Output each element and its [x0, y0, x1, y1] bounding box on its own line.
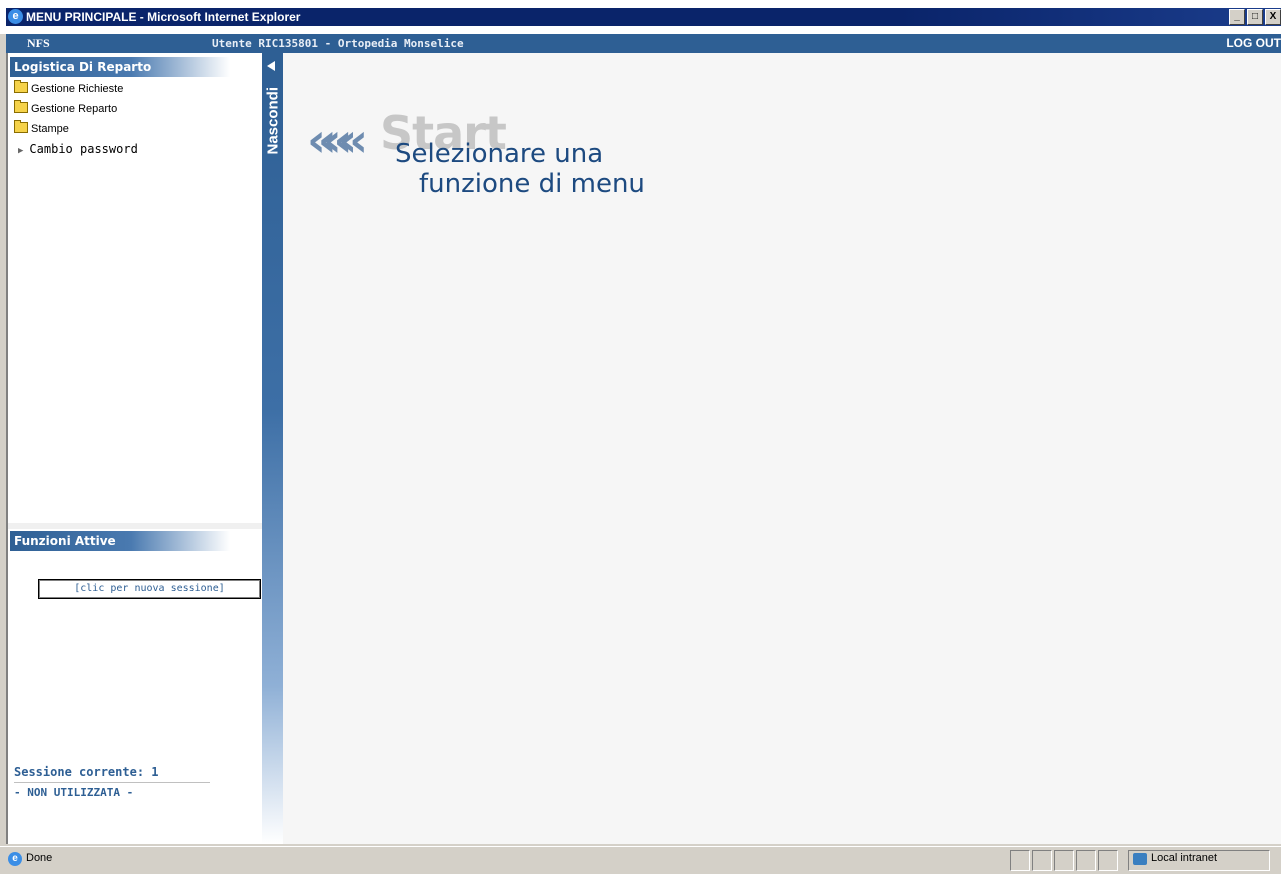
status-pane [1076, 850, 1096, 871]
menu-item-label: Stampe [31, 123, 69, 135]
status-pane [1010, 850, 1030, 871]
arrow-left-icon [267, 61, 275, 71]
status-text: Done [26, 852, 53, 864]
sidebar: Logistica Di Reparto Gestione Richieste … [6, 53, 262, 844]
minimize-button[interactable]: _ [1229, 9, 1245, 25]
window-controls: _ □ X [1227, 9, 1281, 25]
menu-item-label: Gestione Reparto [31, 103, 118, 115]
hide-sidebar-toggle[interactable]: Nascondi [262, 53, 283, 844]
maximize-button[interactable]: □ [1247, 9, 1263, 25]
status-pane [1054, 850, 1074, 871]
current-session-status: - NON UTILIZZATA - [14, 786, 134, 799]
zone-text: Local intranet [1151, 852, 1218, 864]
hide-sidebar-label: Nascondi [264, 86, 282, 155]
current-session-label: Sessione corrente: 1 [14, 765, 159, 779]
ie-page-icon: e [8, 852, 22, 866]
window-titlebar: e MENU PRINCIPALE - Microsoft Internet E… [0, 0, 1281, 34]
ie-icon: e [8, 9, 23, 24]
main-content: Start ««« Selezionare una funzione di me… [283, 53, 1281, 844]
user-info: Utente RIC135801 - Ortopedia Monselice [212, 37, 464, 50]
titlebar-strip[interactable]: e MENU PRINCIPALE - Microsoft Internet E… [6, 8, 1281, 26]
menu-item-label: Gestione Richieste [31, 83, 124, 95]
arrow-right-icon: ▶ [18, 146, 24, 156]
double-chevron-left-icon: ««« [307, 113, 368, 167]
active-functions-title: Funzioni Attive [10, 531, 230, 551]
intranet-zone-icon [1133, 853, 1147, 865]
menu-item-label: Cambio password [29, 142, 138, 156]
menu-item-gestione-reparto[interactable]: Gestione Reparto [14, 100, 118, 115]
section-divider [8, 523, 262, 529]
close-button[interactable]: X [1265, 9, 1281, 25]
status-pane [1098, 850, 1118, 871]
menu-item-cambio-password[interactable]: ▶ Cambio password [14, 142, 138, 156]
prompt-line-1: Selezionare una [395, 139, 604, 169]
prompt-line-2: funzione di menu [419, 169, 645, 199]
app-logo: NFS [27, 36, 50, 50]
menu-item-stampe[interactable]: Stampe [14, 120, 69, 135]
select-function-prompt: Selezionare una funzione di menu [395, 139, 645, 199]
new-session-button[interactable]: [clic per nuova sessione] [38, 579, 261, 599]
session-divider [14, 782, 210, 783]
status-bar: e Done Local intranet [0, 846, 1281, 874]
folder-icon [14, 100, 28, 113]
window-title: MENU PRINCIPALE - Microsoft Internet Exp… [26, 10, 301, 24]
folder-icon [14, 80, 28, 93]
status-pane [1032, 850, 1052, 871]
app-header: NFS Utente RIC135801 - Ortopedia Monseli… [6, 34, 1281, 53]
menu-item-gestione-richieste[interactable]: Gestione Richieste [14, 80, 124, 95]
sidebar-section-title: Logistica Di Reparto [10, 57, 230, 77]
folder-icon [14, 120, 28, 133]
logout-link[interactable]: LOG OUT [1226, 36, 1281, 50]
